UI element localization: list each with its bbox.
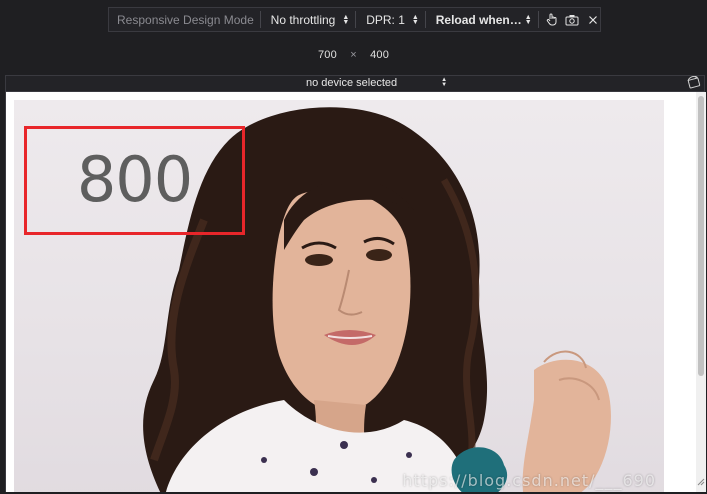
viewport-dimensions[interactable]: 700 × 400: [0, 49, 707, 61]
reload-select[interactable]: Reload when… ▲ ▼: [426, 13, 538, 27]
rdm-title: Responsive Design Mode: [117, 12, 254, 27]
reload-label: Reload when…: [435, 12, 522, 27]
device-bar: no device selected ▲ ▼: [5, 75, 705, 92]
touch-icon[interactable]: [545, 12, 559, 28]
rdm-toolbar: Responsive Design Mode No throttling ▲ ▼ …: [108, 7, 601, 32]
device-select[interactable]: no device selected ▲ ▼: [306, 77, 447, 89]
screenshot-icon[interactable]: [565, 12, 579, 28]
counter-box: 800: [24, 126, 245, 235]
throttling-label: No throttling: [270, 12, 336, 27]
portrait-photo: 800 https://blog.csdn.net/___690: [14, 100, 664, 492]
scrollbar-thumb[interactable]: [698, 96, 704, 376]
rotate-device-icon[interactable]: [686, 75, 702, 93]
dimension-separator: ×: [350, 49, 357, 61]
dpr-select[interactable]: DPR: 1 ▲ ▼: [356, 13, 425, 27]
responsive-viewport[interactable]: 800 https://blog.csdn.net/___690: [5, 92, 706, 492]
dpr-label: DPR: 1: [366, 12, 405, 27]
viewport-height[interactable]: 400: [370, 49, 389, 61]
device-select-label: no device selected: [306, 77, 398, 89]
divider: [537, 11, 539, 28]
viewport-width[interactable]: 700: [318, 49, 337, 61]
chevron-updown-icon: ▲ ▼: [441, 77, 448, 88]
watermark-text: https://blog.csdn.net/___690: [402, 471, 656, 490]
chevron-updown-icon: ▲ ▼: [342, 13, 350, 26]
resize-handle-icon[interactable]: [697, 473, 705, 491]
vertical-scrollbar[interactable]: [696, 92, 706, 492]
throttling-select[interactable]: No throttling ▲ ▼: [261, 13, 356, 27]
chevron-updown-icon: ▲ ▼: [524, 13, 532, 26]
counter-value: 800: [76, 143, 193, 216]
chevron-updown-icon: ▲ ▼: [411, 13, 419, 26]
close-icon[interactable]: [586, 12, 600, 28]
